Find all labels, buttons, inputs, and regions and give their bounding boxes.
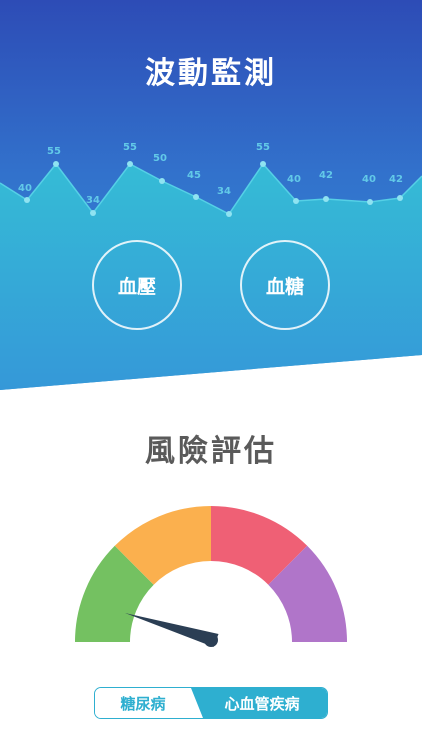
blood-sugar-button[interactable]: 血糖 — [240, 240, 330, 330]
wave-value-label: 40 — [362, 174, 376, 185]
disease-toggle[interactable]: 糖尿病 心血管疾病 — [94, 687, 328, 719]
risk-assessment-title: 風險評估 — [145, 434, 277, 469]
wave-value-label: 34 — [217, 186, 231, 197]
cardiovascular-option[interactable]: 心血管疾病 — [195, 688, 327, 718]
blood-pressure-button[interactable]: 血壓 — [92, 240, 182, 330]
risk-gauge — [74, 505, 348, 647]
wave-value-label: 45 — [187, 170, 201, 181]
wave-monitor-title: 波動監測 — [145, 56, 277, 91]
wave-value-label: 50 — [153, 153, 167, 164]
wave-value-label: 55 — [123, 142, 137, 153]
wave-value-label: 55 — [256, 142, 270, 153]
wave-value-label: 42 — [389, 174, 403, 185]
wave-value-label: 55 — [47, 146, 61, 157]
wave-value-label: 40 — [18, 183, 32, 194]
diabetes-option[interactable]: 糖尿病 — [95, 688, 191, 718]
wave-monitor-hero: 波動監測 40 55 34 55 50 45 34 55 40 42 40 42… — [0, 0, 422, 390]
wave-value-label: 34 — [86, 195, 100, 206]
wave-value-label: 42 — [319, 170, 333, 181]
gauge-needle-hub — [204, 633, 218, 647]
wave-value-label: 40 — [287, 174, 301, 185]
